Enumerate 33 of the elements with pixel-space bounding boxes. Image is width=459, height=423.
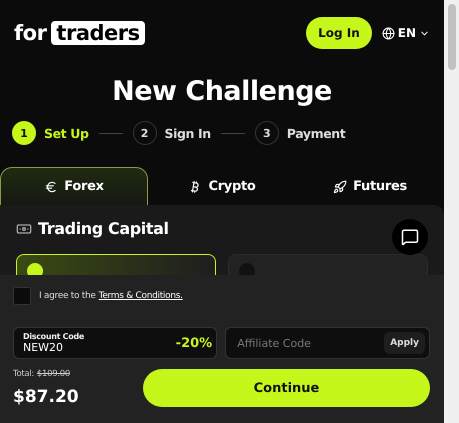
step-label: Set Up bbox=[44, 126, 89, 140]
market-tab[interactable]: Futures bbox=[296, 167, 444, 205]
discount-percent: -20% bbox=[176, 336, 212, 350]
field-label: Discount Code bbox=[23, 332, 86, 341]
step-number: 3 bbox=[254, 121, 279, 145]
logo-text: traders bbox=[51, 21, 145, 45]
logo-text: for bbox=[14, 21, 46, 45]
login-button[interactable]: Log In bbox=[306, 17, 372, 49]
agree-text: I agree to the Terms & Conditions. bbox=[39, 291, 183, 301]
rocket-icon bbox=[333, 180, 348, 194]
continue-button[interactable]: Continue bbox=[143, 369, 430, 407]
total-price: $87.20 bbox=[13, 387, 80, 407]
step-number: 1 bbox=[12, 121, 36, 145]
section-heading: Trading Capital bbox=[38, 219, 169, 238]
field-value: NEW20 bbox=[23, 341, 64, 354]
agree-checkbox[interactable] bbox=[13, 287, 31, 305]
total-label: Total: bbox=[13, 369, 34, 379]
affiliate-code-field[interactable]: Affiliate Code Apply bbox=[225, 327, 430, 359]
terms-link[interactable]: Terms & Conditions. bbox=[98, 291, 183, 301]
step-label: Payment bbox=[286, 126, 346, 140]
globe-icon bbox=[382, 26, 395, 40]
language-selector[interactable]: EN bbox=[382, 26, 430, 40]
chat-icon bbox=[401, 228, 419, 246]
page-title: New Challenge bbox=[111, 76, 333, 107]
step-label: Sign In bbox=[164, 126, 211, 140]
step-number: 2 bbox=[132, 121, 157, 145]
euro-icon bbox=[44, 180, 58, 194]
discount-code-field[interactable]: Discount Code NEW20 -20% bbox=[13, 327, 218, 359]
market-tab[interactable]: Crypto bbox=[148, 167, 296, 205]
apply-button[interactable]: Apply bbox=[384, 332, 425, 354]
original-price: $109.00 bbox=[36, 369, 70, 379]
market-tab[interactable]: Forex bbox=[0, 167, 148, 205]
scrollbar[interactable] bbox=[444, 0, 459, 423]
